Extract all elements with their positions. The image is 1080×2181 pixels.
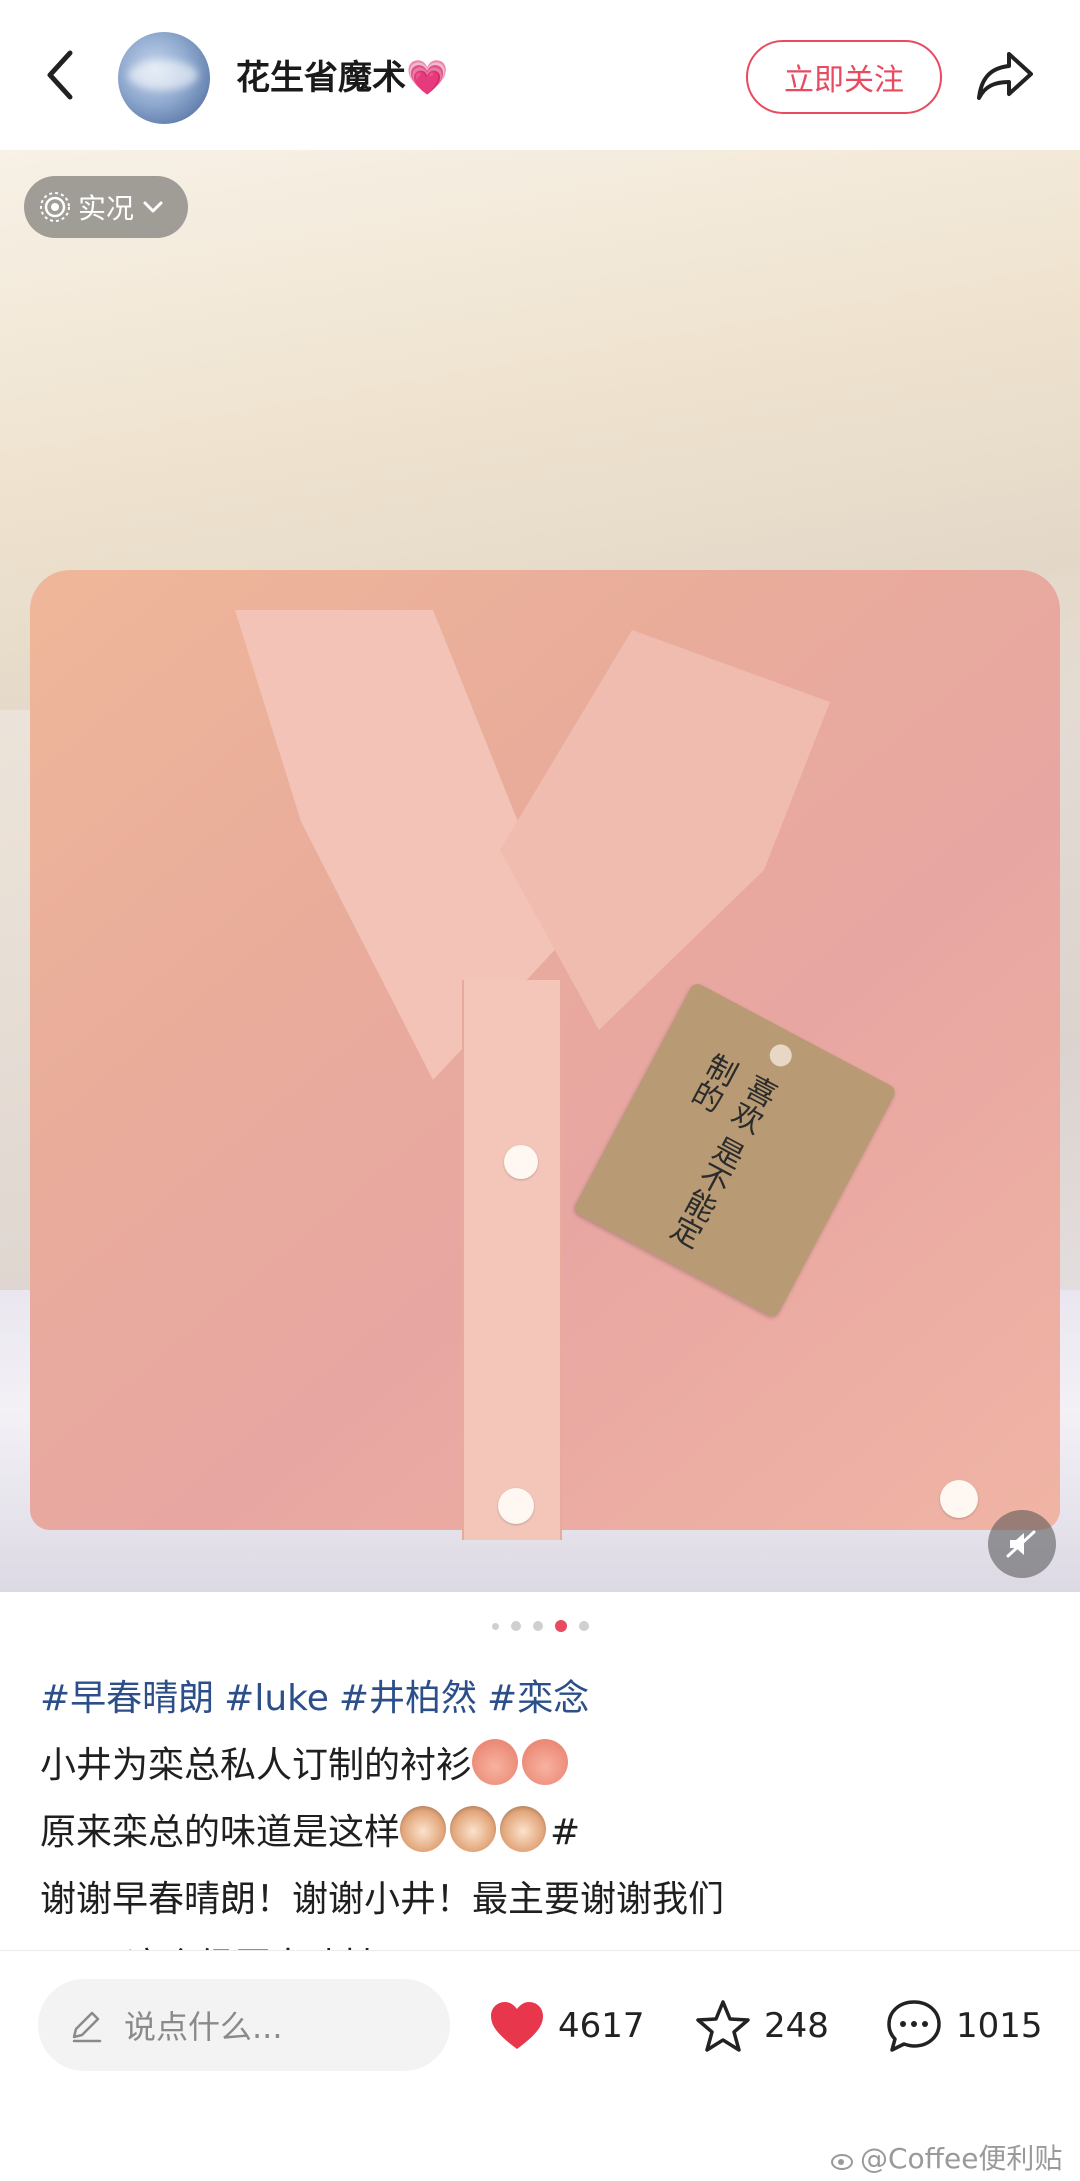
favorite-button[interactable]: 248	[694, 1991, 829, 2061]
heart-eyes-cat-emoji	[400, 1806, 447, 1852]
mute-icon	[1006, 1530, 1036, 1558]
chevron-down-icon	[143, 201, 163, 213]
comment-count: 1015	[956, 2006, 1043, 2046]
top-bar: 花生省魔术💗 立即关注	[0, 0, 1080, 150]
carousel-dot	[491, 1622, 499, 1630]
hashtag-link[interactable]: #井柏然	[339, 1678, 477, 1719]
mute-button[interactable]	[988, 1510, 1056, 1578]
shirt-placket	[462, 980, 562, 1540]
watermark: @Coffee便利贴	[830, 2137, 1062, 2177]
comment-placeholder: 说点什么...	[124, 2008, 283, 2046]
weibo-icon	[831, 2154, 853, 2170]
follow-button[interactable]: 立即关注	[746, 40, 942, 114]
live-photo-label: 实况	[78, 192, 135, 225]
carousel-dot	[510, 1621, 521, 1631]
heart-eyes-cat-emoji	[450, 1806, 497, 1852]
caption-text: #	[550, 1812, 581, 1853]
live-photo-icon	[40, 192, 70, 222]
share-icon	[977, 52, 1033, 100]
caption-text: 谢谢早春晴朗！谢谢小井！最主要谢谢我们	[40, 1879, 725, 1920]
hashtag-link[interactable]: #栾念	[487, 1678, 589, 1719]
caption-line: 谢谢早春晴朗！谢谢小井！最主要谢谢我们	[40, 1866, 1040, 1933]
carousel-dot-active	[554, 1620, 567, 1632]
avatar[interactable]	[118, 32, 210, 124]
like-count: 4617	[558, 2006, 645, 2046]
hashtag-row: #早春晴朗 #luke #井柏然 #栾念	[40, 1665, 1040, 1732]
caption-line: 原来栾总的味道是这样 #	[40, 1799, 1040, 1866]
post-caption: #早春晴朗 #luke #井柏然 #栾念 小井为栾总私人订制的衬衫 原来栾总的味道是这…	[40, 1665, 1040, 1955]
hashtag-link[interactable]: #luke	[224, 1678, 329, 1719]
heart-eyes-cat-emoji	[500, 1806, 547, 1852]
hashtag-link[interactable]: #早春晴朗	[40, 1678, 214, 1719]
star-icon	[696, 2000, 750, 2052]
share-button[interactable]	[975, 48, 1035, 104]
live-photo-badge[interactable]: 实况	[24, 176, 188, 238]
favorite-count: 248	[764, 2006, 829, 2046]
peach-emoji	[522, 1739, 569, 1785]
username[interactable]: 花生省魔术💗	[236, 50, 448, 99]
back-icon	[47, 50, 73, 100]
carousel-dot	[578, 1621, 589, 1631]
pencil-icon	[72, 2011, 102, 2043]
back-button[interactable]	[38, 45, 88, 105]
shirt-button	[940, 1480, 978, 1518]
shirt-button	[504, 1145, 538, 1179]
shirt-button	[498, 1488, 534, 1524]
carousel-dot	[532, 1621, 543, 1631]
caption-text: 小井为栾总私人订制的衬衫	[40, 1745, 473, 1786]
peach-emoji	[472, 1739, 519, 1785]
carousel-indicator	[0, 1616, 1080, 1636]
bottom-action-bar: 说点什么... 4617 248 1015 @Coffee便利贴	[0, 1950, 1080, 2181]
caption-line: 小井为栾总私人订制的衬衫	[40, 1732, 1040, 1799]
post-photo[interactable]: 喜欢 是不能定制的 实况	[0, 150, 1080, 1592]
caption-text: 原来栾总的味道是这样	[40, 1812, 401, 1853]
comment-icon	[887, 2000, 941, 2052]
like-button[interactable]: 4617	[488, 1991, 645, 2061]
heart-icon	[491, 2002, 543, 2049]
watermark-text: @Coffee便利贴	[860, 2142, 1063, 2175]
comment-input[interactable]: 说点什么...	[38, 1979, 450, 2071]
comment-button[interactable]: 1015	[884, 1991, 1043, 2061]
